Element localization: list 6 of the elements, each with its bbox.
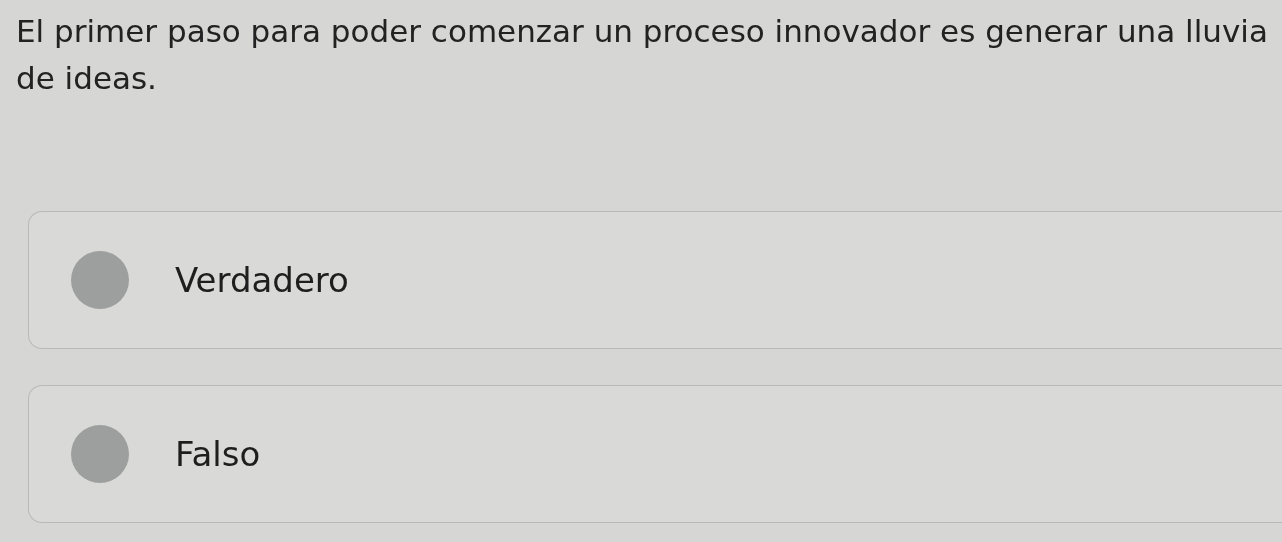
radio-button[interactable] — [71, 251, 129, 309]
answer-option[interactable]: Verdadero — [28, 211, 1282, 349]
answer-option[interactable]: Falso — [28, 385, 1282, 523]
question-text: El primer paso para poder comenzar un proceso innovador es generar una lluvia de ideas. — [16, 12, 1269, 98]
option-label: Verdadero — [175, 260, 349, 300]
option-label: Falso — [175, 434, 261, 474]
